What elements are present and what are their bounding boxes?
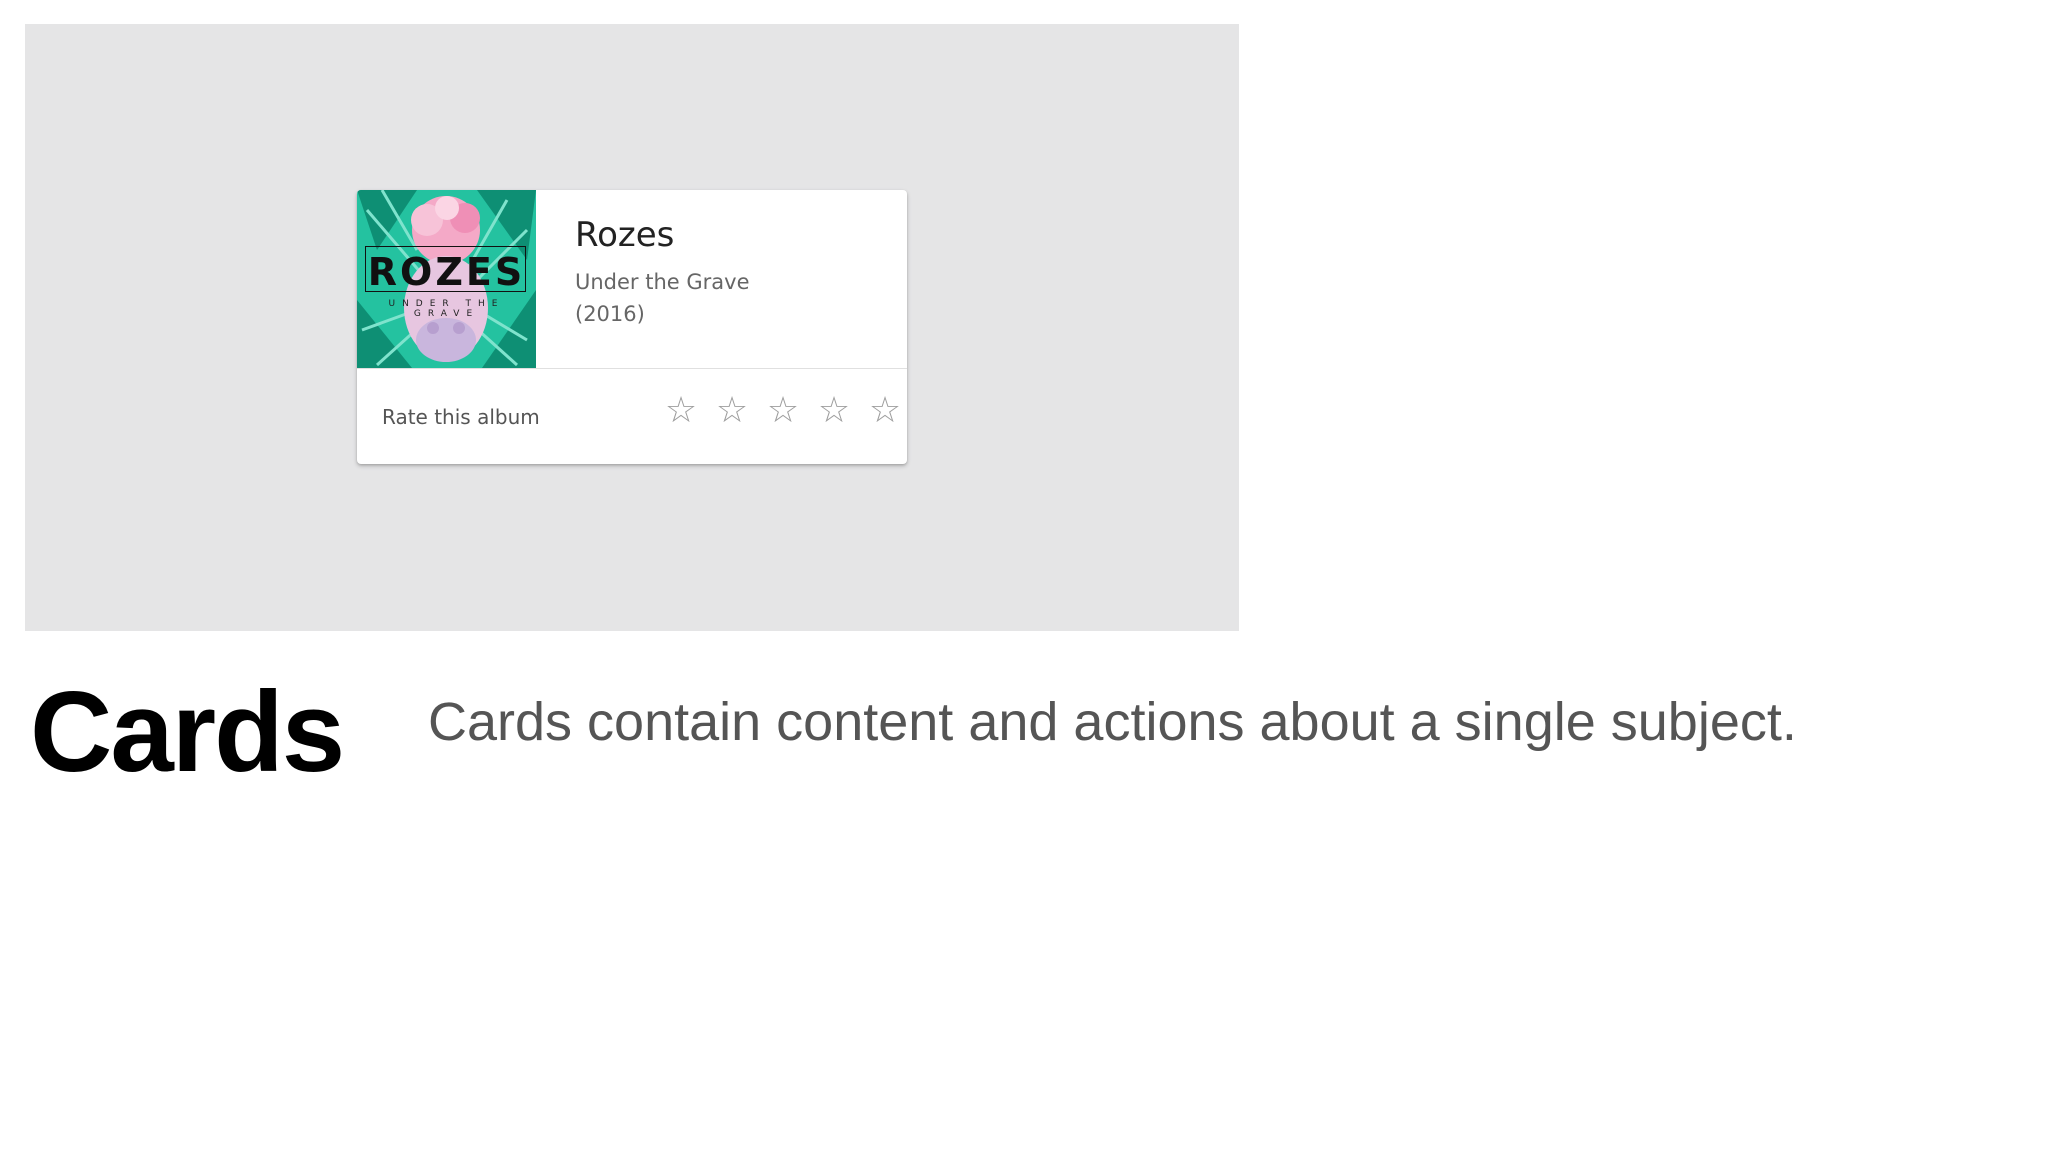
slide-description: Cards contain content and actions about …	[428, 692, 1797, 752]
slide-heading: Cards	[30, 669, 345, 796]
star-1-icon[interactable]: ☆	[664, 391, 698, 431]
album-year: (2016)	[575, 302, 645, 326]
star-3-icon[interactable]: ☆	[766, 391, 800, 431]
album-info: Rozes Under the Grave (2016)	[575, 214, 885, 330]
card-actions: Rate this album ☆ ☆ ☆ ☆ ☆	[357, 369, 907, 464]
demo-panel: ROZES UNDER THE GRAVE Rozes Under the Gr…	[25, 24, 1239, 631]
star-rating[interactable]: ☆ ☆ ☆ ☆ ☆	[664, 391, 907, 431]
star-2-icon[interactable]: ☆	[715, 391, 749, 431]
slide: ROZES UNDER THE GRAVE Rozes Under the Gr…	[0, 0, 2048, 1152]
album-cover-title: ROZES	[367, 250, 526, 294]
rate-label: Rate this album	[382, 405, 540, 429]
star-4-icon[interactable]: ☆	[817, 391, 851, 431]
album-cover-subtitle: UNDER THE GRAVE	[388, 299, 505, 319]
card-header: ROZES UNDER THE GRAVE Rozes Under the Gr…	[357, 190, 907, 368]
album-card[interactable]: ROZES UNDER THE GRAVE Rozes Under the Gr…	[357, 190, 907, 464]
star-5-icon[interactable]: ☆	[868, 391, 902, 431]
artist-name: Rozes	[575, 215, 675, 255]
album-cover-image: ROZES UNDER THE GRAVE	[357, 190, 536, 368]
album-title: Under the Grave	[575, 270, 750, 294]
